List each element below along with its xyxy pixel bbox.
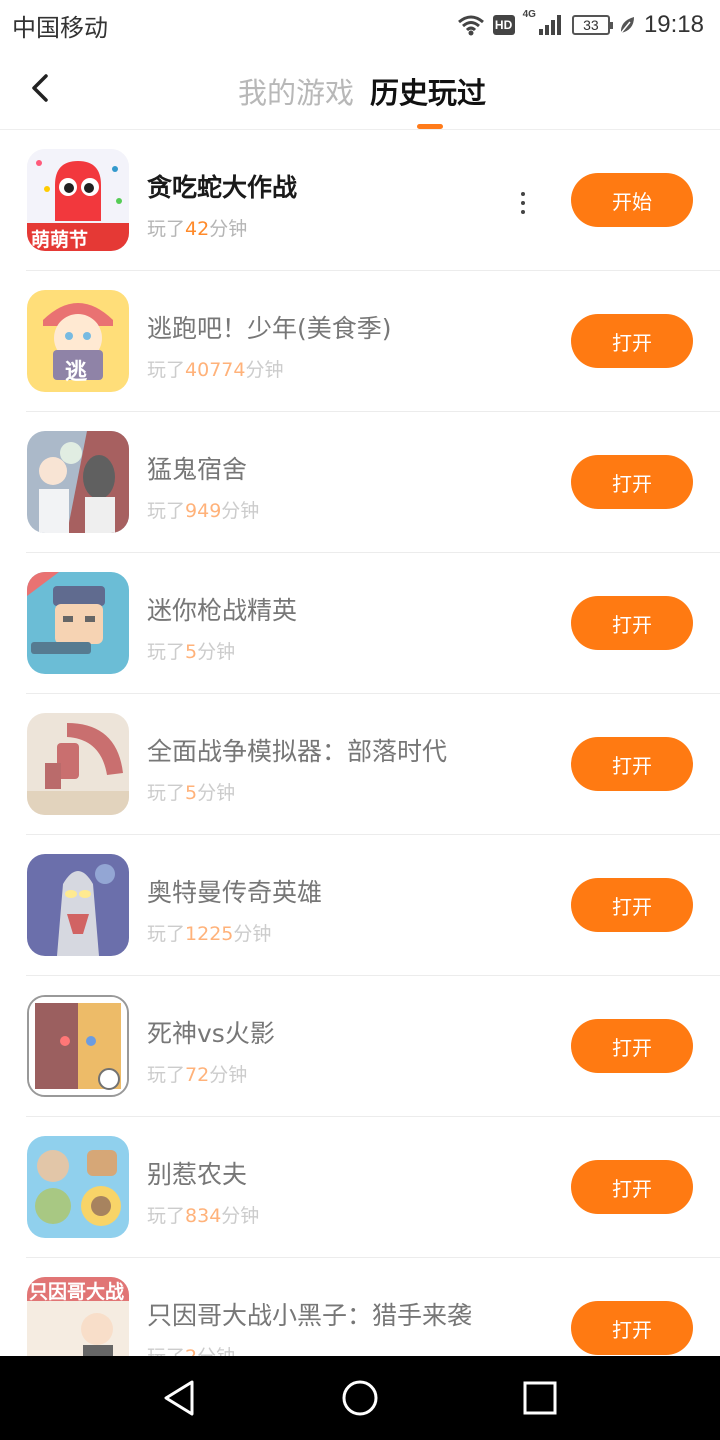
played-prefix: 玩了 [147, 359, 186, 381]
game-icon-ghost-dorm[interactable] [27, 431, 129, 533]
played-suffix: 分钟 [233, 923, 272, 945]
played-suffix: 分钟 [209, 218, 248, 240]
more-options-icon[interactable] [513, 192, 533, 214]
back-arrow-icon[interactable] [22, 68, 62, 108]
game-icon-battle-sim[interactable] [27, 713, 129, 815]
system-navigation-bar [0, 1356, 720, 1440]
played-time: 玩了5分钟 [147, 778, 235, 805]
game-row[interactable]: 奥特曼传奇英雄 玩了1225分钟 打开 [0, 835, 720, 976]
played-prefix: 玩了 [147, 1205, 186, 1227]
played-minutes: 5 [185, 782, 198, 804]
played-prefix: 玩了 [147, 782, 186, 804]
game-icon-escape[interactable]: 逃 [27, 290, 129, 392]
played-suffix: 分钟 [197, 1346, 235, 1356]
game-icon-mini-gun[interactable] [27, 572, 129, 674]
open-button[interactable]: 打开 [571, 1301, 693, 1355]
played-minutes: 834 [185, 1205, 222, 1227]
game-row[interactable]: 死神vs火影 玩了72分钟 打开 [0, 976, 720, 1117]
open-button[interactable]: 打开 [571, 596, 693, 650]
game-row[interactable]: 别惹农夫 玩了834分钟 打开 [0, 1117, 720, 1258]
played-prefix: 玩了 [147, 500, 186, 522]
wifi-icon [457, 15, 484, 36]
played-minutes: 42 [185, 218, 210, 240]
open-button[interactable]: 打开 [571, 878, 693, 932]
back-triangle-icon[interactable] [160, 1378, 200, 1418]
played-suffix: 分钟 [197, 782, 236, 804]
game-row[interactable]: 萌萌节 贪吃蛇大作战 玩了42分钟 开始 [0, 130, 720, 271]
played-prefix: 玩了 [147, 218, 186, 240]
carrier-name: 中国移动 [12, 14, 108, 42]
played-prefix: 玩了 [147, 1346, 185, 1356]
game-icon-jige[interactable]: 只因哥大战 [27, 1277, 129, 1356]
game-title[interactable]: 死神vs火影 [147, 1014, 275, 1050]
game-title[interactable]: 奥特曼传奇英雄 [147, 873, 322, 909]
recents-square-icon[interactable] [520, 1378, 560, 1418]
played-minutes: 949 [185, 500, 222, 522]
played-time: 玩了42分钟 [147, 214, 247, 241]
game-icon-snake[interactable]: 萌萌节 [27, 149, 129, 251]
played-time: 玩了1225分钟 [147, 919, 271, 946]
game-row[interactable]: 只因哥大战 只因哥大战小黑子：猎手来袭 玩了2分钟 打开 [0, 1258, 720, 1356]
game-title[interactable]: 迷你枪战精英 [147, 591, 297, 627]
played-minutes: 72 [185, 1064, 210, 1086]
game-title[interactable]: 只因哥大战小黑子：猎手来袭 [147, 1296, 472, 1332]
leaf-icon [620, 17, 634, 34]
game-row[interactable]: 全面战争模拟器：部落时代 玩了5分钟 打开 [0, 694, 720, 835]
signal-icon [538, 15, 561, 35]
icon-label: 萌萌节 [31, 229, 89, 251]
open-button[interactable]: 打开 [571, 455, 693, 509]
hd-badge-icon: HD [492, 15, 515, 35]
game-title[interactable]: 别惹农夫 [147, 1155, 247, 1191]
game-title[interactable]: 逃跑吧！少年(美食季) [147, 309, 392, 345]
open-button[interactable]: 打开 [571, 1160, 693, 1214]
tab-my-games[interactable]: 我的游戏 [238, 70, 354, 112]
status-icons: HD 4G 33 19:18 [457, 9, 704, 41]
played-prefix: 玩了 [147, 1064, 186, 1086]
home-circle-icon[interactable] [340, 1378, 380, 1418]
game-row[interactable]: 逃 逃跑吧！少年(美食季) 玩了40774分钟 打开 [0, 271, 720, 412]
game-title[interactable]: 贪吃蛇大作战 [147, 168, 297, 204]
played-prefix: 玩了 [147, 641, 186, 663]
played-suffix: 分钟 [197, 641, 236, 663]
game-icon-ultraman[interactable] [27, 854, 129, 956]
icon-label: 逃 [65, 360, 88, 385]
start-button[interactable]: 开始 [571, 173, 693, 227]
tab-history-played[interactable]: 历史玩过 [370, 70, 486, 112]
played-suffix: 分钟 [245, 359, 284, 381]
icon-label: 只因哥大战 [29, 1281, 125, 1303]
clock: 19:18 [643, 11, 704, 38]
network-type: 4G [522, 9, 536, 20]
played-prefix: 玩了 [147, 923, 186, 945]
played-time: 玩了949分钟 [147, 496, 259, 523]
open-button[interactable]: 打开 [571, 314, 693, 368]
active-tab-indicator [417, 124, 443, 129]
game-icon-bleach-naruto[interactable] [27, 995, 129, 1097]
battery-icon: 33 [571, 15, 613, 35]
played-minutes: 2 [185, 1346, 197, 1356]
played-time: 玩了40774分钟 [147, 355, 283, 382]
played-time: 玩了2分钟 [147, 1342, 235, 1356]
played-time: 玩了72分钟 [147, 1060, 247, 1087]
played-minutes: 40774 [185, 359, 246, 381]
game-title[interactable]: 猛鬼宿舍 [147, 450, 247, 486]
status-bar: 中国移动 HD 4G 33 19:18 [0, 0, 720, 50]
played-minutes: 1225 [185, 923, 234, 945]
played-time: 玩了5分钟 [147, 637, 235, 664]
played-suffix: 分钟 [221, 1205, 260, 1227]
game-title[interactable]: 全面战争模拟器：部落时代 [147, 732, 447, 768]
played-suffix: 分钟 [209, 1064, 248, 1086]
played-time: 玩了834分钟 [147, 1201, 259, 1228]
game-row[interactable]: 猛鬼宿舍 玩了949分钟 打开 [0, 412, 720, 553]
game-history-list[interactable]: 萌萌节 贪吃蛇大作战 玩了42分钟 开始 逃 逃跑吧！少年(美食季) 玩了407… [0, 130, 720, 1356]
played-minutes: 5 [185, 641, 198, 663]
open-button[interactable]: 打开 [571, 737, 693, 791]
open-button[interactable]: 打开 [571, 1019, 693, 1073]
game-icon-farmer[interactable] [27, 1136, 129, 1238]
played-suffix: 分钟 [221, 500, 260, 522]
top-header: 我的游戏 历史玩过 [0, 50, 720, 130]
game-row[interactable]: 迷你枪战精英 玩了5分钟 打开 [0, 553, 720, 694]
